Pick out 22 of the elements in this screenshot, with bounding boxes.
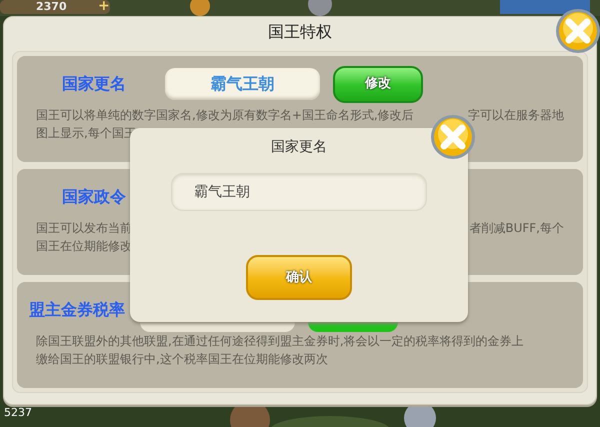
coordinate-text: 5237 [4, 406, 32, 419]
name-input[interactable]: 霸气王朝 [171, 173, 427, 211]
tax-field[interactable] [140, 322, 295, 332]
section-title: 盟主金券税率 [29, 299, 126, 321]
modify-button[interactable]: 修改 [333, 66, 423, 102]
dialog-title: 国家更名 [271, 138, 327, 157]
close-icon[interactable] [555, 8, 600, 54]
description-text: 字可以在服务器地 [468, 107, 564, 124]
name-field[interactable]: 霸气王朝 [165, 68, 320, 100]
description-text: 缴给国王的联盟银行中,这个税率国王在位期能修改两次 [36, 351, 328, 368]
description-text: 除国王联盟外的其他联盟,在通过任何途径得到盟主金券时,将会以一定的税率将得到的金券上 [36, 333, 524, 350]
section-title: 国家政令 [61, 186, 127, 208]
description-text: 国王可以将单纯的数字国家名,修改为原有数字名+国王命名形式,修改后 [36, 107, 414, 124]
window-title: 国王特权 [268, 21, 332, 43]
add-button[interactable]: + [98, 0, 110, 14]
description-text: 者削减BUFF,每个 [469, 220, 564, 237]
coin-count: 2370 [36, 0, 67, 13]
tax-modify-button[interactable] [308, 322, 398, 332]
section-title: 国家更名 [61, 73, 127, 95]
description-text: 国王在位期能修改 [36, 238, 132, 255]
description-text: 国王可以发布当前 [36, 220, 132, 237]
confirm-button[interactable]: 确认 [246, 255, 352, 300]
